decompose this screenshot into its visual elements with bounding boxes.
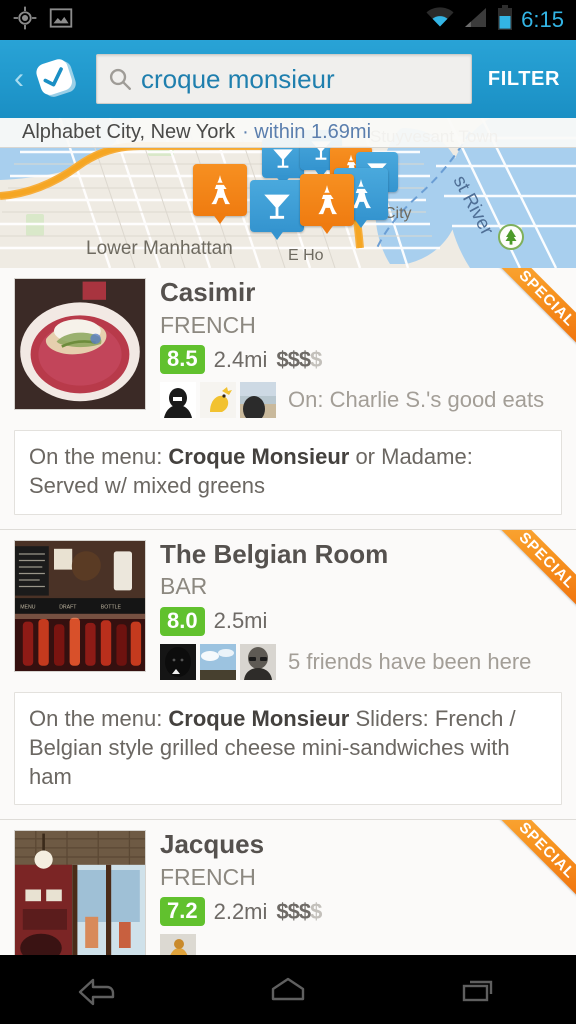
nav-home-button[interactable] bbox=[233, 955, 343, 1024]
eiffel-tower-icon bbox=[310, 182, 344, 218]
battery-icon bbox=[497, 5, 513, 36]
home-icon bbox=[265, 973, 311, 1007]
search-icon bbox=[107, 66, 133, 92]
nav-recents-button[interactable] bbox=[425, 955, 535, 1024]
result-card-casimir[interactable]: SPECIAL bbox=[0, 268, 576, 530]
venue-stats: 7.2 2.2mi $$$$ bbox=[160, 897, 564, 926]
venue-distance: 2.2mi bbox=[214, 899, 268, 925]
friends-text: On: Charlie S.'s good eats bbox=[288, 387, 544, 413]
avatar bbox=[200, 382, 236, 418]
map-pin-french-1[interactable] bbox=[193, 164, 247, 226]
venue-name: Jacques bbox=[160, 829, 564, 860]
avatar bbox=[160, 934, 196, 955]
friends-row[interactable]: On: Charlie S.'s good eats bbox=[160, 382, 564, 418]
martini-glass-icon bbox=[260, 188, 294, 224]
rating-badge: 8.5 bbox=[160, 345, 205, 374]
menu-note: On the menu: Croque Monsieur Sliders: Fr… bbox=[14, 692, 562, 806]
android-nav-bar bbox=[0, 955, 576, 1024]
status-bar-clock: 6:15 bbox=[521, 7, 564, 33]
restaurant-interior-photo bbox=[15, 831, 145, 955]
rating-badge: 7.2 bbox=[160, 897, 205, 926]
price-indicator: $$$$ bbox=[276, 899, 321, 925]
venue-photo[interactable] bbox=[14, 830, 146, 955]
menu-prefix: On the menu: bbox=[29, 706, 168, 731]
map-view[interactable]: Lower Manhattan Stuyvesant Town City E H… bbox=[0, 118, 576, 268]
venue-category: FRENCH bbox=[160, 312, 564, 338]
menu-highlight: Croque Monsieur bbox=[168, 706, 349, 731]
screenshot-icon bbox=[48, 5, 74, 36]
friends-row[interactable]: 5 friends have been here bbox=[160, 644, 564, 680]
venue-name: The Belgian Room bbox=[160, 539, 564, 570]
location-bar[interactable]: Alphabet City, New York · within 1.69mi bbox=[0, 118, 576, 148]
back-icon bbox=[73, 973, 119, 1007]
svg-text:E Ho: E Ho bbox=[288, 247, 324, 264]
app-root: 6:15 ‹ croque monsieur FILTER bbox=[0, 0, 576, 1024]
location-name: Alphabet City, New York bbox=[22, 121, 235, 144]
eiffel-tower-icon bbox=[203, 172, 237, 208]
avatar bbox=[240, 644, 276, 680]
nav-back-button[interactable] bbox=[41, 955, 151, 1024]
avatar bbox=[200, 644, 236, 680]
plated-dish-photo bbox=[15, 279, 145, 409]
map-pin-bar-main[interactable] bbox=[250, 180, 304, 242]
status-bar: 6:15 bbox=[0, 0, 576, 40]
venue-category: FRENCH bbox=[160, 864, 564, 890]
recents-icon bbox=[457, 973, 503, 1007]
svg-text:BOTTLE: BOTTLE bbox=[101, 604, 122, 610]
menu-note: On the menu: Croque Monsieur or Madame: … bbox=[14, 430, 562, 515]
venue-distance: 2.4mi bbox=[214, 347, 268, 373]
results-list[interactable]: SPECIAL bbox=[0, 268, 576, 955]
action-bar: ‹ croque monsieur FILTER bbox=[0, 40, 576, 118]
venue-category: BAR bbox=[160, 573, 564, 599]
gps-icon bbox=[12, 5, 38, 36]
status-bar-right-icons: 6:15 bbox=[425, 0, 564, 40]
friends-text: 5 friends have been here bbox=[288, 649, 531, 675]
filter-button[interactable]: FILTER bbox=[478, 68, 576, 91]
venue-stats: 8.0 2.5mi bbox=[160, 607, 564, 636]
svg-text:MENU: MENU bbox=[20, 604, 36, 610]
bar-interior-photo: MENU DRAFT BOTTLE bbox=[15, 541, 145, 671]
friends-row[interactable] bbox=[160, 934, 564, 955]
svg-text:Lower Manhattan: Lower Manhattan bbox=[86, 238, 233, 259]
map-pin-french-2[interactable] bbox=[300, 174, 354, 236]
venue-name: Casimir bbox=[160, 277, 564, 308]
back-button[interactable]: ‹ bbox=[8, 64, 30, 94]
venue-photo[interactable] bbox=[14, 278, 146, 410]
venue-photo[interactable]: MENU DRAFT BOTTLE bbox=[14, 540, 146, 672]
rating-badge: 8.0 bbox=[160, 607, 205, 636]
search-input[interactable]: croque monsieur bbox=[141, 64, 335, 95]
foursquare-logo[interactable] bbox=[32, 53, 84, 105]
search-field[interactable]: croque monsieur bbox=[96, 54, 472, 104]
svg-text:DRAFT: DRAFT bbox=[59, 604, 77, 610]
result-card-jacques[interactable]: SPECIAL bbox=[0, 820, 576, 955]
wifi-icon bbox=[425, 6, 455, 35]
venue-stats: 8.5 2.4mi $$$$ bbox=[160, 345, 564, 374]
menu-highlight: Croque Monsieur bbox=[168, 444, 349, 469]
avatar bbox=[240, 382, 276, 418]
menu-prefix: On the menu: bbox=[29, 444, 168, 469]
martini-glass-icon bbox=[270, 144, 296, 172]
location-radius: · within 1.69mi bbox=[242, 121, 371, 144]
cellular-icon bbox=[463, 6, 489, 35]
venue-distance: 2.5mi bbox=[214, 608, 268, 634]
result-card-belgian-room[interactable]: SPECIAL MENUDRAFTBOTTLE bbox=[0, 530, 576, 821]
avatar bbox=[160, 644, 196, 680]
status-bar-left-icons bbox=[12, 5, 74, 36]
svg-text:City: City bbox=[384, 205, 412, 222]
price-indicator: $$$$ bbox=[276, 347, 321, 373]
avatar bbox=[160, 382, 196, 418]
